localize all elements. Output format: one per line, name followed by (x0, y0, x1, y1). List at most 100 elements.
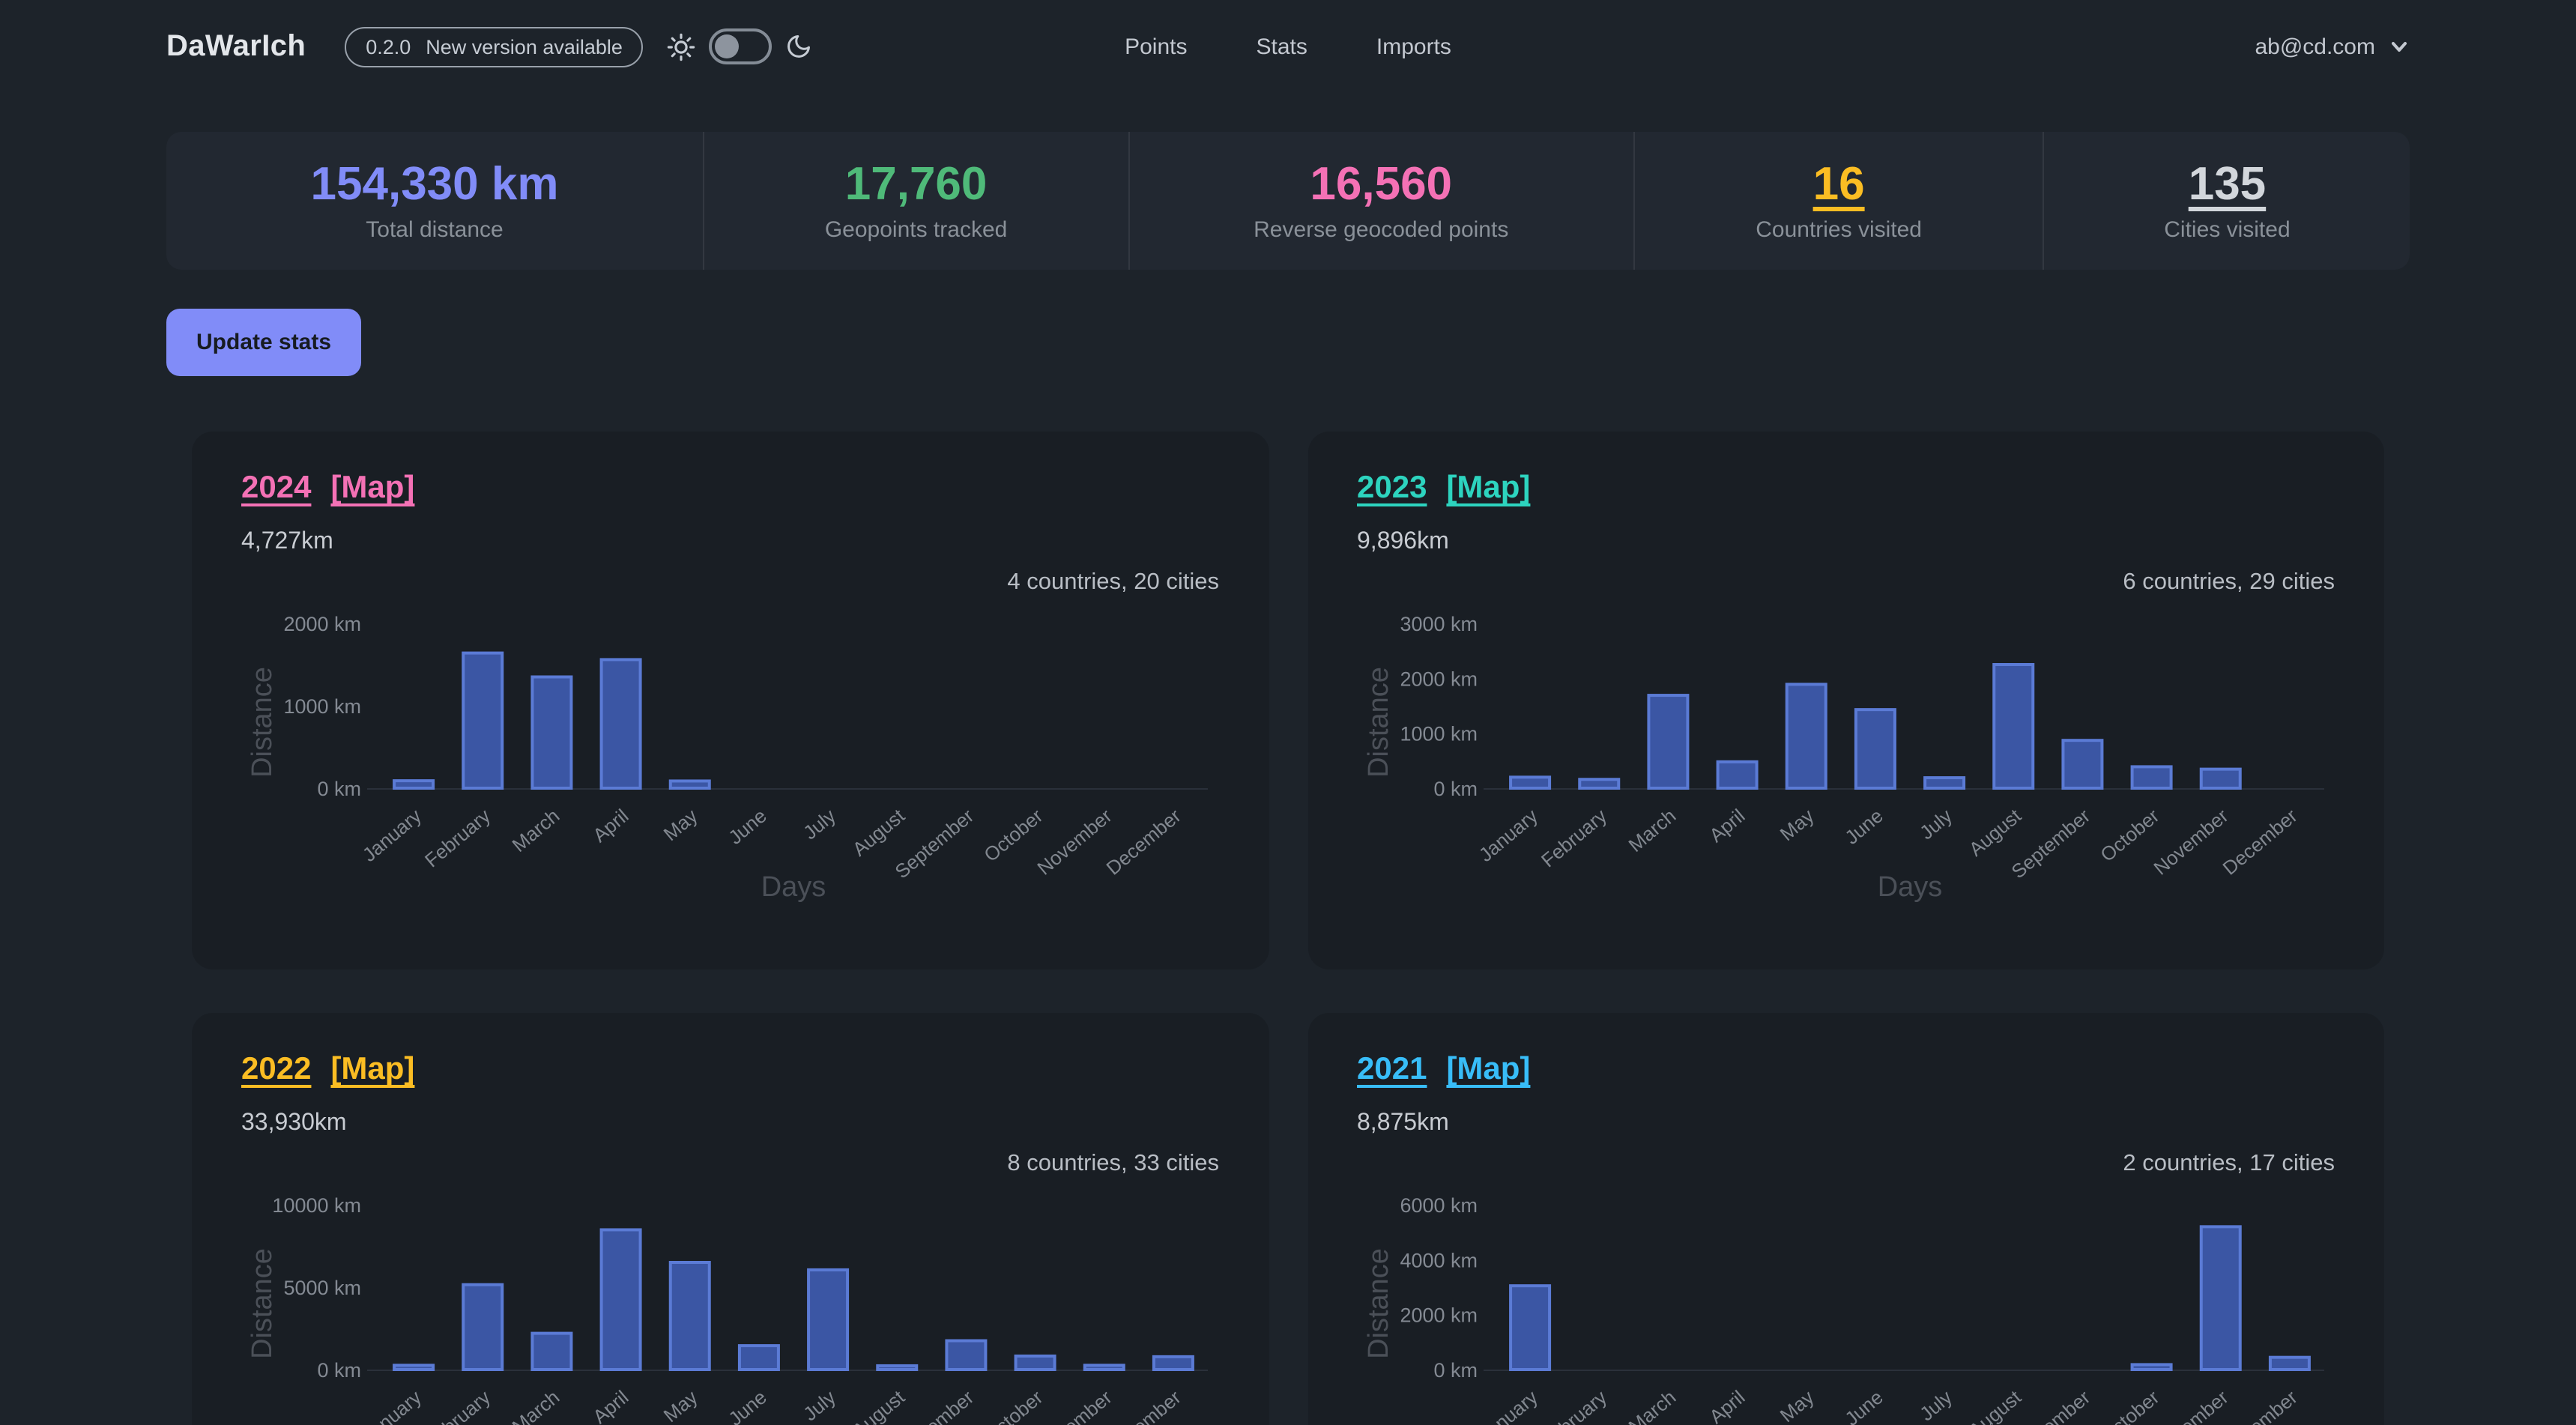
y-tick-label: 5000 km (283, 1277, 361, 1299)
nav-points[interactable]: Points (1125, 34, 1187, 59)
stat-total-distance: 154,330 km Total distance (166, 132, 703, 270)
chart-bar (671, 1262, 710, 1370)
year-distance: 33,930km (241, 1110, 1219, 1137)
y-axis-title: Distance (1362, 1248, 1394, 1359)
stats-row: 154,330 km Total distance 17,760 Geopoin… (166, 132, 2410, 270)
chart-bar (532, 1334, 571, 1370)
x-tick-label: February (420, 805, 495, 872)
account-menu[interactable]: ab@cd.com (1451, 34, 2410, 59)
x-tick-label: February (1536, 805, 1610, 872)
year-distance: 4,727km (241, 529, 1219, 556)
stat-label: Total distance (366, 217, 503, 242)
x-tick-label: August (1964, 1385, 2025, 1425)
y-tick-label: 10000 km (272, 1194, 361, 1217)
x-tick-label: March (508, 1386, 564, 1425)
chart-bar (463, 653, 502, 788)
year-summary: 6 countries, 29 cities (1357, 569, 2335, 596)
map-link-2021[interactable]: [Map] (1446, 1052, 1530, 1088)
monthly-distance-chart-2023: Distance0 km1000 km2000 km3000 kmJanuary… (1357, 608, 2335, 917)
map-link-2024[interactable]: [Map] (330, 471, 414, 506)
monthly-distance-chart-2024: Distance0 km1000 km2000 kmJanuaryFebruar… (241, 608, 1219, 917)
account-email: ab@cd.com (2255, 34, 2375, 59)
card-header: 2022 [Map] (241, 1052, 1219, 1088)
version-badge[interactable]: 0.2.0 New version available (345, 26, 644, 67)
chart-bar (1579, 779, 1618, 788)
x-tick-label: December (1102, 804, 1185, 879)
chevron-down-icon (2389, 36, 2410, 57)
card-header: 2021 [Map] (1357, 1052, 2335, 1088)
chart-bar (1648, 695, 1687, 788)
year-card-2021: 2021 [Map] 8,875km 2 countries, 17 citie… (1307, 1013, 2384, 1425)
bar-chart-svg: Distance0 km5000 km10000 kmJanuaryFebrua… (241, 1190, 1218, 1425)
chart-bar (394, 781, 433, 788)
card-header: 2023 [Map] (1357, 471, 2335, 506)
stat-value: 154,330 km (311, 160, 559, 206)
main-nav: Points Stats Imports (1125, 34, 1451, 59)
x-tick-label: April (1704, 805, 1748, 847)
map-link-2023[interactable]: [Map] (1446, 471, 1530, 506)
year-summary: 8 countries, 33 cities (241, 1151, 1219, 1178)
chart-bar (671, 781, 710, 788)
nav-imports[interactable]: Imports (1376, 34, 1451, 59)
x-tick-label: August (1964, 804, 2025, 861)
stat-value[interactable]: 16 (1813, 160, 1865, 206)
stat-reverse-geocoded: 16,560 Reverse geocoded points (1128, 132, 1633, 270)
app-logo[interactable]: DaWarIch (166, 29, 306, 64)
year-cards-grid: 2024 [Map] 4,727km 4 countries, 20 citie… (192, 432, 2384, 1425)
y-tick-label: 2000 km (283, 613, 361, 635)
chart-bar (394, 1365, 433, 1370)
x-tick-label: January (1474, 1386, 1541, 1425)
x-tick-label: July (1914, 805, 1956, 844)
chart-bar (946, 1341, 985, 1370)
stat-countries-visited: 16 Countries visited (1633, 132, 2043, 270)
x-tick-label: November (1032, 804, 1116, 879)
year-link-2021[interactable]: 2021 (1357, 1052, 1427, 1088)
navbar-left: DaWarIch 0.2.0 New version available (166, 26, 1125, 67)
map-link-2022[interactable]: [Map] (330, 1052, 414, 1088)
chart-bar (463, 1285, 502, 1370)
toggle-knob (716, 34, 740, 58)
x-axis-title: Days (1877, 871, 1942, 903)
year-link-2023[interactable]: 2023 (1357, 471, 1427, 506)
update-stats-button[interactable]: Update stats (166, 309, 361, 376)
x-tick-label: July (799, 805, 840, 844)
stat-label: Cities visited (2164, 217, 2290, 242)
y-tick-label: 1000 km (283, 695, 361, 718)
chart-bar (2132, 766, 2171, 788)
x-tick-label: July (1914, 1386, 1956, 1425)
bar-chart-svg: Distance0 km1000 km2000 kmJanuaryFebruar… (241, 608, 1218, 917)
stat-value[interactable]: 135 (2189, 160, 2266, 206)
x-tick-label: October (979, 804, 1047, 866)
year-summary: 2 countries, 17 cities (1357, 1151, 2335, 1178)
theme-switcher (668, 28, 813, 64)
year-link-2024[interactable]: 2024 (241, 471, 311, 506)
y-axis-title: Distance (1362, 667, 1394, 778)
chart-bar (2270, 1358, 2309, 1370)
x-tick-label: April (588, 805, 632, 847)
chart-bar (602, 659, 641, 788)
chart-bar (1855, 710, 1894, 788)
year-link-2022[interactable]: 2022 (241, 1052, 311, 1088)
top-navbar: DaWarIch 0.2.0 New version available (0, 0, 2576, 93)
theme-toggle[interactable] (710, 28, 773, 64)
chart-bar (1924, 778, 1963, 788)
year-card-2022: 2022 [Map] 33,930km 8 countries, 33 citi… (192, 1013, 1269, 1425)
x-tick-label: October (2095, 1385, 2162, 1425)
y-tick-label: 0 km (1433, 778, 1477, 800)
x-tick-label: October (979, 1385, 1047, 1425)
nav-stats[interactable]: Stats (1257, 34, 1307, 59)
monthly-distance-chart-2021: Distance0 km2000 km4000 km6000 kmJanuary… (1357, 1190, 2335, 1425)
x-tick-label: December (2218, 1385, 2301, 1425)
x-tick-label: February (1536, 1386, 1610, 1425)
x-tick-label: March (1624, 1386, 1680, 1425)
chart-bar (1085, 1365, 1124, 1370)
x-tick-label: March (1624, 805, 1680, 856)
y-tick-label: 0 km (317, 778, 361, 800)
moon-icon (786, 33, 813, 60)
chart-bar (2201, 769, 2240, 788)
x-tick-label: July (799, 1386, 840, 1425)
year-card-2023: 2023 [Map] 9,896km 6 countries, 29 citie… (1307, 432, 2384, 969)
x-tick-label: December (1102, 1385, 1185, 1425)
bar-chart-svg: Distance0 km1000 km2000 km3000 kmJanuary… (1357, 608, 2334, 917)
year-distance: 8,875km (1357, 1110, 2335, 1137)
